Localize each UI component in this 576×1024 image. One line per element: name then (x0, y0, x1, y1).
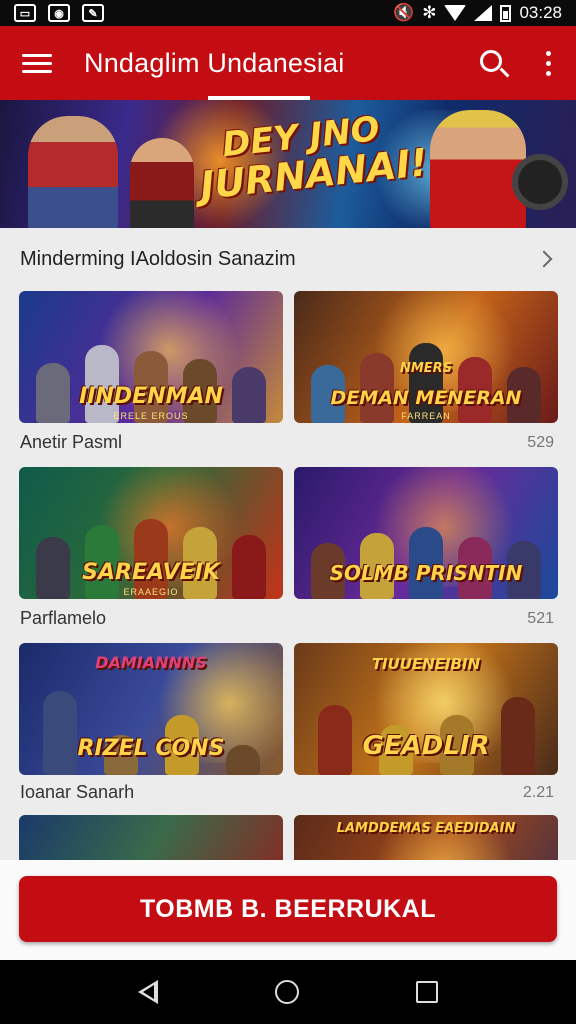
cta-area: TOBMB B. BEERRUKAL (0, 860, 576, 960)
content-list[interactable]: Minderming IAoldosin Sanazim IINDENMAN E… (0, 228, 576, 860)
search-button[interactable] (466, 26, 520, 100)
section-header[interactable]: Minderming IAoldosin Sanazim (0, 228, 576, 290)
home-icon[interactable] (274, 980, 299, 1004)
mute-icon: 🔇 (393, 3, 415, 22)
card-subtitle: FARREAN (401, 411, 451, 421)
app-title: Nndaglim Undanesiai (84, 47, 345, 78)
game-card[interactable]: SOLMB PRISNTIN (294, 467, 558, 599)
hero-banner[interactable]: DEY JNO JURNANAI! (0, 100, 576, 228)
edit-icon: ✎ (82, 4, 104, 22)
row-label: Anetir Pasml (20, 432, 123, 452)
card-title: IINDENMAN (79, 384, 223, 409)
hero-character (28, 116, 118, 228)
status-bar: ▭ ◉ ✎ 🔇 ✻ 03:28 (0, 0, 576, 26)
card-top-text: LAMDDEMAS EAEDIDAIN (336, 821, 516, 836)
card-title: SAREAVEIK (82, 560, 220, 585)
game-card[interactable]: LAMDDEMAS EAEDIDAIN (294, 815, 558, 860)
image-icon: ◉ (48, 4, 70, 22)
card-title: DEMAN MENERAN (330, 387, 522, 409)
card-title: SOLMB PRISNTIN (329, 561, 523, 585)
menu-icon[interactable] (0, 26, 74, 100)
status-time: 03:28 (519, 3, 562, 22)
battery-icon (500, 4, 512, 22)
row-count: 529 (527, 434, 554, 451)
hero-character (130, 138, 194, 228)
card-top-text: TIUUENEIBIN (371, 655, 481, 673)
system-nav-bar (0, 960, 576, 1024)
search-icon (480, 50, 502, 72)
card-top-text: NMERS (399, 361, 453, 376)
row-label: Parflamelo (20, 608, 107, 628)
wifi-icon (444, 5, 467, 21)
game-card[interactable]: NMERS DEMAN MENERAN FARREAN (294, 291, 558, 423)
recents-icon[interactable] (415, 981, 438, 1003)
app-bar: Nndaglim Undanesiai (0, 26, 576, 100)
game-card[interactable]: IINDENMAN ERELE EROUS (19, 291, 283, 423)
back-icon[interactable] (138, 980, 159, 1004)
signal-icon (474, 5, 493, 21)
gallery-icon: ▭ (14, 4, 36, 22)
card-subtitle: ERAAEGIO (123, 587, 179, 597)
row-label: Ioanar Sanarh (20, 782, 135, 802)
card-subtitle: ERELE EROUS (113, 411, 189, 421)
row-count: 2.21 (522, 784, 554, 801)
chevron-right-icon[interactable] (535, 250, 553, 268)
hero-character (430, 110, 526, 228)
game-card[interactable]: DAMIANNNS RIZEL CONS (19, 643, 283, 775)
card-title: GEADLIR (362, 731, 490, 761)
primary-action-button[interactable]: TOBMB B. BEERRUKAL (19, 876, 557, 942)
game-card[interactable] (19, 815, 283, 860)
row-count: 521 (527, 610, 554, 627)
card-title: RIZEL CONS (77, 736, 225, 761)
game-card[interactable]: TIUUENEIBIN GEADLIR (294, 643, 558, 775)
game-card[interactable]: SAREAVEIK ERAAEGIO (19, 467, 283, 599)
more-vert-icon[interactable] (520, 26, 576, 100)
settings-icon: ✻ (422, 3, 437, 22)
card-top-text: DAMIANNNS (95, 653, 207, 672)
section-title: Minderming IAoldosin Sanazim (20, 247, 296, 270)
shield-icon (512, 154, 568, 210)
